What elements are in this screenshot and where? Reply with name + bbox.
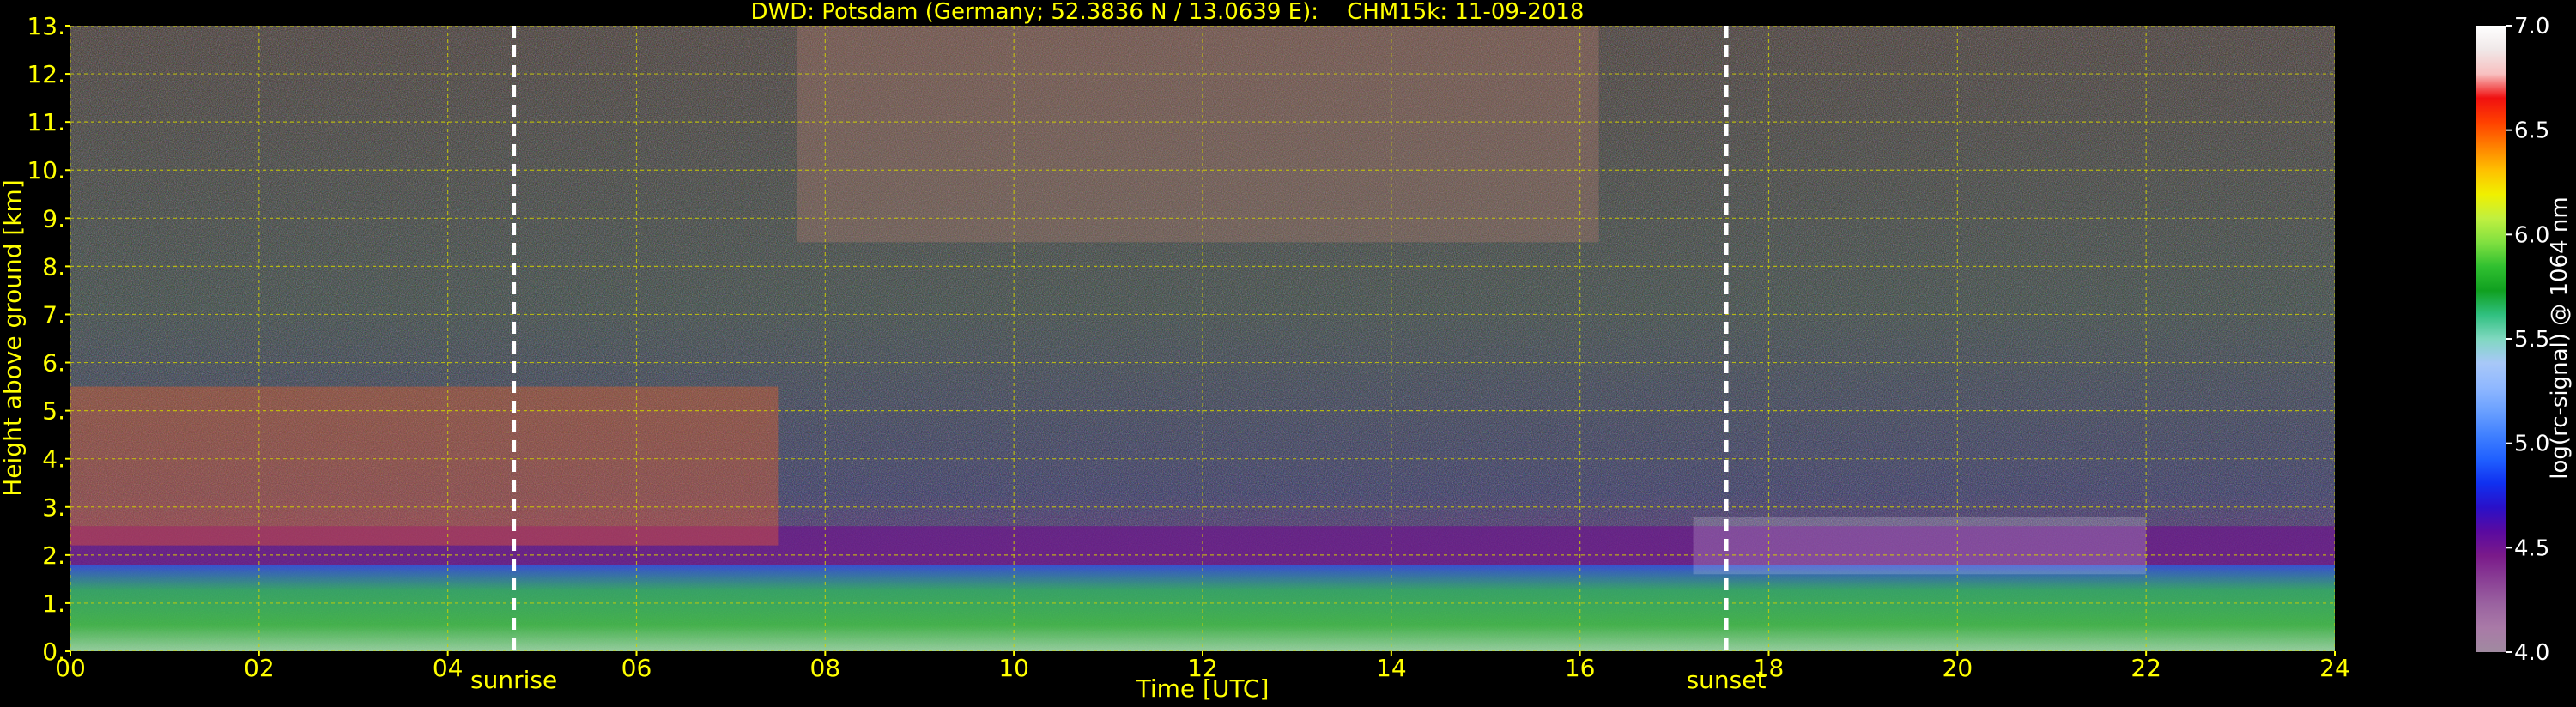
y-tick-label: 0. (42, 638, 65, 666)
evening-cloud-layer (1693, 516, 2147, 575)
colorbar-bar (2476, 26, 2506, 652)
y-tick-label: 7. (42, 300, 65, 329)
x-tick-label: 08 (810, 654, 841, 682)
y-axis-label: Height above ground [km] (0, 179, 27, 497)
x-axis-label: Time [UTC] (1136, 674, 1270, 703)
colorbar-tick-label: 5.0 (2514, 432, 2549, 457)
x-tick-label: 24 (2319, 654, 2350, 682)
y-tick-label: 13. (27, 12, 65, 40)
x-tick-label: 14 (1376, 654, 1407, 682)
x-tick-label: 16 (1565, 654, 1596, 682)
y-tick-labels: 0. 1. 2. 3. 4. 5. 6. 7. 8. 9. 10. 11. 12. 13. (27, 12, 70, 666)
cirrus-layer (797, 26, 1599, 243)
sunrise-label: sunrise (470, 666, 557, 694)
plot-area (70, 26, 2335, 651)
y-tick-label: 8. (42, 252, 65, 281)
sunset-label: sunset (1687, 666, 1767, 694)
x-tick-label: 06 (621, 654, 652, 682)
colorbar: 4.0 4.5 5.0 5.5 6.0 6.5 7.0 log(rc-signal) @ 1… (2476, 14, 2573, 666)
y-tick-label: 4. (42, 445, 65, 474)
colorbar-tick-label: 7.0 (2514, 14, 2549, 39)
colorbar-tick-label: 6.0 (2514, 222, 2549, 248)
x-tick-label: 20 (1943, 654, 1973, 682)
y-tick-label: 3. (42, 493, 65, 522)
x-tick-label: 22 (2131, 654, 2161, 682)
y-tick-label: 9. (42, 204, 65, 233)
x-tick-label: 02 (244, 654, 275, 682)
x-tick-label: 10 (998, 654, 1029, 682)
y-tick-label: 6. (42, 349, 65, 378)
colorbar-tick-labels: 4.0 4.5 5.0 5.5 6.0 6.5 7.0 (2506, 14, 2549, 666)
colorbar-tick-label: 6.5 (2514, 118, 2549, 144)
y-tick-label: 10. (27, 156, 65, 184)
colorbar-tick-label: 4.5 (2514, 535, 2549, 561)
y-tick-label: 1. (42, 589, 65, 618)
y-tick-label: 2. (42, 541, 65, 570)
y-tick-label: 11. (27, 108, 65, 136)
colorbar-tick-label: 4.0 (2514, 640, 2549, 666)
y-tick-label: 5. (42, 397, 65, 426)
colorbar-label: log(rc-signal) @ 1064 nm (2547, 196, 2573, 479)
ceilometer-chart: 00 02 04 06 08 10 12 14 16 18 20 22 24 0.1.2.3.4.5.6… (0, 12, 2573, 703)
colorbar-tick-label: 5.5 (2514, 327, 2549, 353)
y-tick-label: 12. (27, 60, 65, 88)
x-tick-label: 04 (433, 654, 464, 682)
